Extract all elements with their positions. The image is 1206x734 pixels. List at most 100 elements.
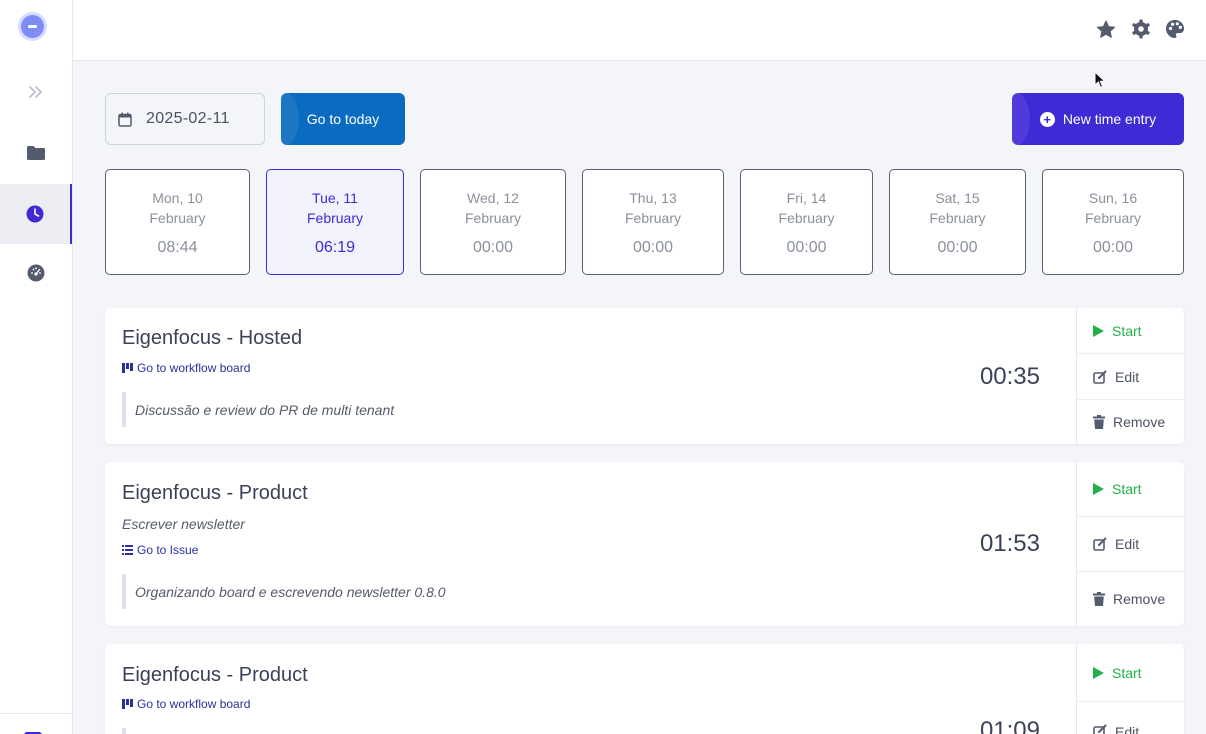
edit-label: Edit [1115,536,1140,552]
sidebar-expand[interactable] [0,62,72,122]
entry-note: Discussão e review do PR de multi tenant [122,392,394,427]
day-card-wed[interactable]: Wed, 12 February 00:00 [420,169,566,275]
day-month: February [624,210,682,226]
workflow-board-link[interactable]: Go to workflow board [122,361,250,375]
sidebar-item-projects[interactable] [0,123,72,183]
theme-button[interactable] [1164,18,1186,40]
day-card-tue[interactable]: Tue, 11 February 06:19 [266,169,404,275]
remove-label: Remove [1113,414,1166,430]
clock-icon [26,205,44,223]
app-logo[interactable] [21,15,44,38]
day-month: February [149,210,206,226]
entry-project-title: Eigenfocus - Hosted [122,327,303,349]
day-month: February [306,210,364,226]
edit-label: Edit [1115,368,1140,385]
day-card-thu[interactable]: Thu, 13 February 00:00 [582,169,724,275]
issue-link-label: Go to Issue [137,543,199,557]
start-button[interactable]: Start [1077,644,1184,702]
trash-icon [1093,592,1105,606]
gear-icon [1132,19,1150,39]
remove-button[interactable]: Remove [1077,572,1184,626]
dashboard-icon [27,264,45,282]
play-icon [1093,666,1104,679]
board-icon [122,363,133,373]
new-time-entry-button[interactable]: + New time entry [1012,93,1184,145]
go-to-today-label: Go to today [306,111,380,127]
entry-actions: Start Edit [1076,644,1184,734]
sidebar-item-time-tracking[interactable] [0,184,72,244]
time-entry-card: Eigenfocus - Product Escrever newsletter… [105,462,1184,626]
sidebar-footer [0,713,72,734]
entry-issue-title: Escrever newsletter [122,516,245,532]
day-weekday: Fri, 14 [786,190,827,206]
remove-button[interactable]: Remove [1077,400,1184,444]
entry-project-title: Eigenfocus - Product [122,664,308,686]
top-bar [73,0,1206,61]
palette-icon [1166,20,1184,38]
edit-icon [1093,724,1107,734]
workflow-board-link-label: Go to workflow board [137,697,251,711]
go-to-today-button[interactable]: Go to today [281,93,405,145]
time-entry-card: Eigenfocus - Hosted Go to workflow board… [105,308,1184,444]
date-picker[interactable]: 2025-02-11 [105,93,265,145]
day-card-sun[interactable]: Sun, 16 February 00:00 [1042,169,1184,275]
star-icon [1096,20,1116,38]
sidebar-item-dashboard[interactable] [0,243,72,303]
entry-note-bar [122,728,126,734]
day-total: 00:00 [632,239,674,256]
workflow-board-link-label: Go to workflow board [137,361,251,375]
start-button[interactable]: Start [1077,308,1184,354]
day-total: 06:19 [314,239,356,256]
start-label: Start [1112,481,1142,497]
edit-button[interactable]: Edit [1077,517,1184,572]
day-weekday: Wed, 12 [467,190,519,206]
sidebar [0,0,73,734]
day-card-mon[interactable]: Mon, 10 February 08:44 [105,169,250,275]
edit-button[interactable]: Edit [1077,354,1184,400]
start-label: Start [1112,664,1142,681]
start-label: Start [1112,322,1142,339]
edit-icon [1093,370,1107,384]
day-weekday: Tue, 11 [312,190,358,206]
day-total: 08:44 [157,239,198,256]
trash-icon [1093,415,1105,429]
folder-icon [27,146,45,160]
day-card-fri[interactable]: Fri, 14 February 00:00 [740,169,873,275]
board-icon [122,699,133,709]
day-weekday: Thu, 13 [629,190,677,206]
day-month: February [1084,210,1142,226]
time-entry-card: Eigenfocus - Product Go to workflow boar… [105,644,1184,734]
day-card-sat[interactable]: Sat, 15 February 00:00 [889,169,1026,275]
new-time-entry-label: New time entry [1062,111,1157,127]
mouse-cursor-icon [1094,71,1106,89]
entry-note: Organizando board e escrevendo newslette… [122,574,446,609]
workflow-board-link[interactable]: Go to workflow board [122,697,250,711]
entry-project-title: Eigenfocus - Product [122,482,308,504]
day-weekday: Mon, 10 [152,190,203,206]
entry-actions: Start Edit Remove [1076,308,1184,444]
day-total: 00:00 [937,239,978,256]
plus-circle-icon: + [1039,111,1055,127]
issue-link[interactable]: Go to Issue [122,543,198,557]
day-total: 00:00 [786,239,827,256]
edit-button[interactable]: Edit [1077,702,1184,734]
expand-icon [29,86,42,98]
day-month: February [929,210,986,226]
entry-duration: 01:09 [979,717,1040,734]
list-icon [122,545,133,555]
remove-label: Remove [1113,591,1166,607]
day-total: 00:00 [472,239,514,256]
play-icon [1093,324,1104,337]
favorites-button[interactable] [1095,18,1117,40]
day-total: 00:00 [1092,239,1134,256]
entry-actions: Start Edit Remove [1076,462,1184,626]
settings-button[interactable] [1130,18,1152,40]
calendar-icon [118,112,132,127]
entry-duration: 00:35 [979,363,1040,390]
play-icon [1093,483,1104,495]
day-month: February [778,210,835,226]
edit-label: Edit [1115,724,1140,734]
start-button[interactable]: Start [1077,462,1184,517]
day-month: February [464,210,522,226]
day-weekday: Sat, 15 [935,190,980,206]
